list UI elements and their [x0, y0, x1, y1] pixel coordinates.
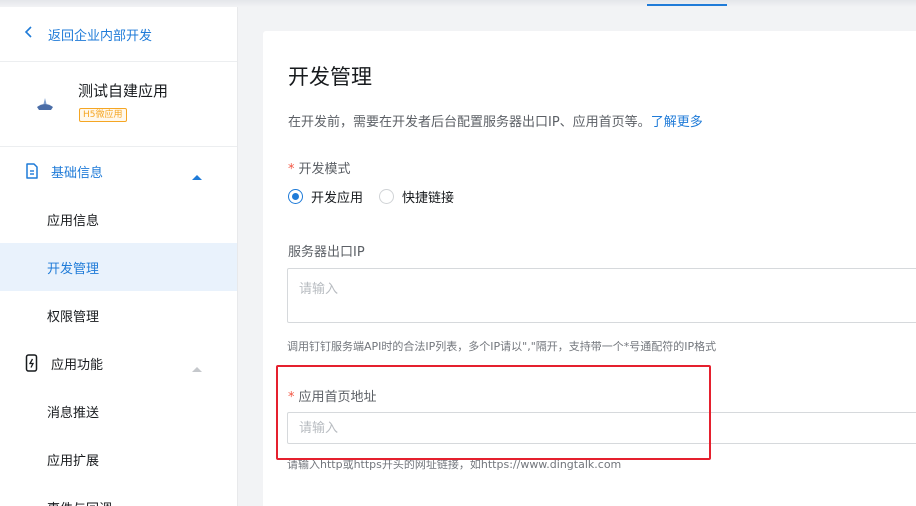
sidebar-divider — [0, 61, 237, 62]
learn-more-link[interactable]: 了解更多 — [651, 115, 703, 130]
caret-up-icon — [191, 358, 203, 372]
chevron-left-icon — [24, 26, 36, 42]
sidebar-item-permission-management[interactable]: 权限管理 — [0, 291, 237, 339]
page-title: 开发管理 — [288, 65, 372, 89]
homepage-url-helper: 请输入http或https开头的网址链接，如https://www.dingta… — [287, 458, 622, 471]
required-marker: * — [288, 390, 295, 405]
homepage-url-label: * 应用首页地址 — [288, 386, 377, 405]
radio-quick-link[interactable]: 快捷链接 — [379, 187, 454, 206]
main-panel: 开发管理 在开发前，需要在开发者后台配置服务器出口IP、应用首页等。了解更多 *… — [263, 31, 916, 506]
back-link[interactable]: 返回企业内部开发 — [24, 24, 152, 44]
app-type-badge: H5微应用 — [79, 108, 127, 122]
sidebar-item-label: 应用扩展 — [47, 454, 100, 469]
sidebar-item-message-push[interactable]: 消息推送 — [0, 387, 237, 435]
homepage-url-label-text: 应用首页地址 — [298, 390, 377, 405]
sidebar-item-app-extension[interactable]: 应用扩展 — [0, 435, 237, 483]
top-bar-shadow — [0, 0, 916, 7]
document-icon — [24, 161, 40, 181]
sidebar-item-events-callbacks[interactable]: 事件与回调 — [0, 483, 237, 506]
radio-label: 开发应用 — [311, 190, 364, 206]
sidebar-item-label: 消息推送 — [47, 406, 100, 421]
sidebar: 返回企业内部开发 测试自建应用 H5微应用 基础信息 应用信息 开发管理 权限管… — [0, 7, 238, 506]
sidebar-item-label: 事件与回调 — [47, 498, 112, 506]
radio-label: 快捷链接 — [402, 190, 455, 206]
description-text: 在开发前，需要在开发者后台配置服务器出口IP、应用首页等。 — [288, 115, 651, 130]
radio-selected-icon[interactable] — [288, 188, 303, 204]
page-description: 在开发前，需要在开发者后台配置服务器出口IP、应用首页等。了解更多 — [288, 111, 703, 130]
required-marker: * — [288, 162, 295, 177]
sidebar-group-label: 应用功能 — [51, 358, 104, 373]
sidebar-item-app-info[interactable]: 应用信息 — [0, 195, 237, 243]
back-link-label: 返回企业内部开发 — [48, 28, 153, 44]
sidebar-group-label: 基础信息 — [51, 166, 104, 181]
homepage-url-input[interactable] — [287, 412, 916, 444]
sidebar-item-label: 权限管理 — [47, 310, 100, 325]
radio-dev-app[interactable]: 开发应用 — [288, 187, 363, 206]
sidebar-item-label: 应用信息 — [47, 214, 100, 229]
app-info: 测试自建应用 H5微应用 — [0, 69, 237, 147]
phone-lightning-icon — [24, 353, 40, 373]
server-ip-input[interactable] — [287, 268, 916, 323]
sidebar-item-dev-management[interactable]: 开发管理 — [0, 243, 237, 291]
sidebar-group-app-features[interactable]: 应用功能 — [0, 339, 237, 387]
dev-mode-radio-group: 开发应用 快捷链接 — [288, 187, 470, 206]
app-logo-icon — [34, 95, 56, 113]
radio-unselected-icon[interactable] — [379, 188, 395, 204]
dev-mode-label: * 开发模式 — [288, 158, 351, 177]
dev-mode-label-text: 开发模式 — [298, 162, 351, 177]
sidebar-item-label: 开发管理 — [47, 262, 100, 277]
server-ip-helper: 调用钉钉服务端API时的合法IP列表，多个IP请以","隔开，支持带一个*号通配… — [287, 340, 717, 353]
server-ip-label: 服务器出口IP — [288, 245, 365, 260]
sidebar-group-basic-info[interactable]: 基础信息 — [0, 147, 237, 195]
top-tab-active-indicator — [647, 4, 727, 6]
caret-up-icon — [191, 166, 203, 180]
app-name: 测试自建应用 — [78, 82, 169, 100]
